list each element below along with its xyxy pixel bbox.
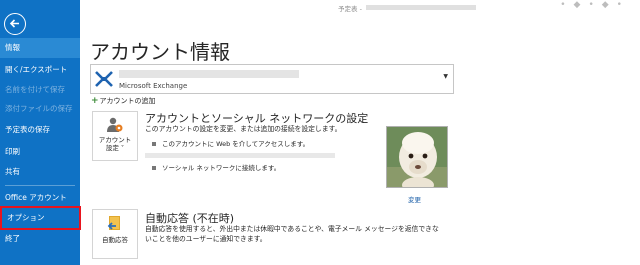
auto-reply-desc-1: 自動応答を使用すると、外出中または休暇中であることや、電子メール メッセージを返… bbox=[145, 225, 439, 233]
account-selector[interactable]: Microsoft Exchange ▼ bbox=[90, 64, 454, 94]
nav-item-options[interactable]: オプション bbox=[0, 206, 81, 230]
nav-item-office-account[interactable]: Office アカウント bbox=[0, 188, 80, 208]
change-photo-link[interactable]: 変更 bbox=[408, 194, 421, 204]
auto-reply-label: 自動応答 bbox=[102, 236, 128, 244]
nav-item-save-as[interactable]: 名前を付けて保存 bbox=[0, 80, 80, 100]
profile-photo bbox=[386, 126, 448, 188]
web-access-url-redacted bbox=[145, 153, 335, 158]
bullet-web-access-text: このアカウントに Web を介してアクセスします。 bbox=[162, 140, 310, 148]
title-decoration: •◆•◆• bbox=[560, 0, 630, 10]
window-title-redacted bbox=[366, 5, 476, 10]
exchange-icon bbox=[94, 69, 114, 89]
nav-item-save-calendar[interactable]: 予定表の保存 bbox=[0, 120, 80, 140]
auto-reply-title: 自動応答 (不在時) bbox=[145, 212, 235, 225]
nav-item-print[interactable]: 印刷 bbox=[0, 142, 80, 162]
bullet-square-icon bbox=[152, 166, 156, 170]
nav-item-exit[interactable]: 終了 bbox=[0, 229, 80, 249]
bullet-social-network: ソーシャル ネットワークに接続します。 bbox=[152, 162, 280, 172]
account-type: Microsoft Exchange bbox=[119, 82, 188, 90]
add-account-button[interactable]: +アカウントの追加 bbox=[91, 96, 156, 106]
bullet-square-icon bbox=[152, 142, 156, 146]
add-account-label: アカウントの追加 bbox=[99, 97, 156, 105]
auto-reply-desc-2: いことを他のユーザーに通知できます。 bbox=[145, 235, 267, 243]
auto-reply-button[interactable]: 自動応答 bbox=[92, 209, 138, 259]
nav-item-open-export[interactable]: 開く/エクスポート bbox=[0, 60, 80, 80]
account-settings-button[interactable]: アカウント 設定 ˅ bbox=[92, 111, 138, 161]
plus-icon: + bbox=[91, 96, 99, 106]
nav-divider bbox=[5, 185, 75, 186]
account-settings-label-2: 設定 ˅ bbox=[105, 144, 125, 152]
account-settings-label-1: アカウント bbox=[98, 136, 132, 144]
dropdown-arrow-icon[interactable]: ▼ bbox=[443, 73, 448, 80]
account-settings-icon bbox=[107, 117, 123, 132]
nav-item-info[interactable]: 情報 bbox=[0, 38, 80, 58]
bullet-web-access: このアカウントに Web を介してアクセスします。 bbox=[152, 138, 309, 148]
nav-item-save-attachments[interactable]: 添付ファイルの保存 bbox=[0, 99, 80, 119]
back-arrow-icon[interactable] bbox=[4, 13, 26, 35]
nav-item-share[interactable]: 共有 bbox=[0, 162, 80, 182]
window-title: 予定表 - bbox=[338, 5, 362, 13]
auto-reply-icon bbox=[107, 216, 120, 230]
account-settings-title: アカウントとソーシャル ネットワークの設定 bbox=[145, 112, 369, 125]
account-settings-desc: このアカウントの設定を変更、または追加の接続を設定します。 bbox=[145, 125, 342, 133]
account-name-redacted bbox=[119, 70, 299, 78]
page-title: アカウント情報 bbox=[90, 40, 230, 64]
backstage-sidebar: 情報 開く/エクスポート 名前を付けて保存 添付ファイルの保存 予定表の保存 印… bbox=[0, 0, 81, 265]
bullet-social-network-text: ソーシャル ネットワークに接続します。 bbox=[162, 164, 281, 172]
